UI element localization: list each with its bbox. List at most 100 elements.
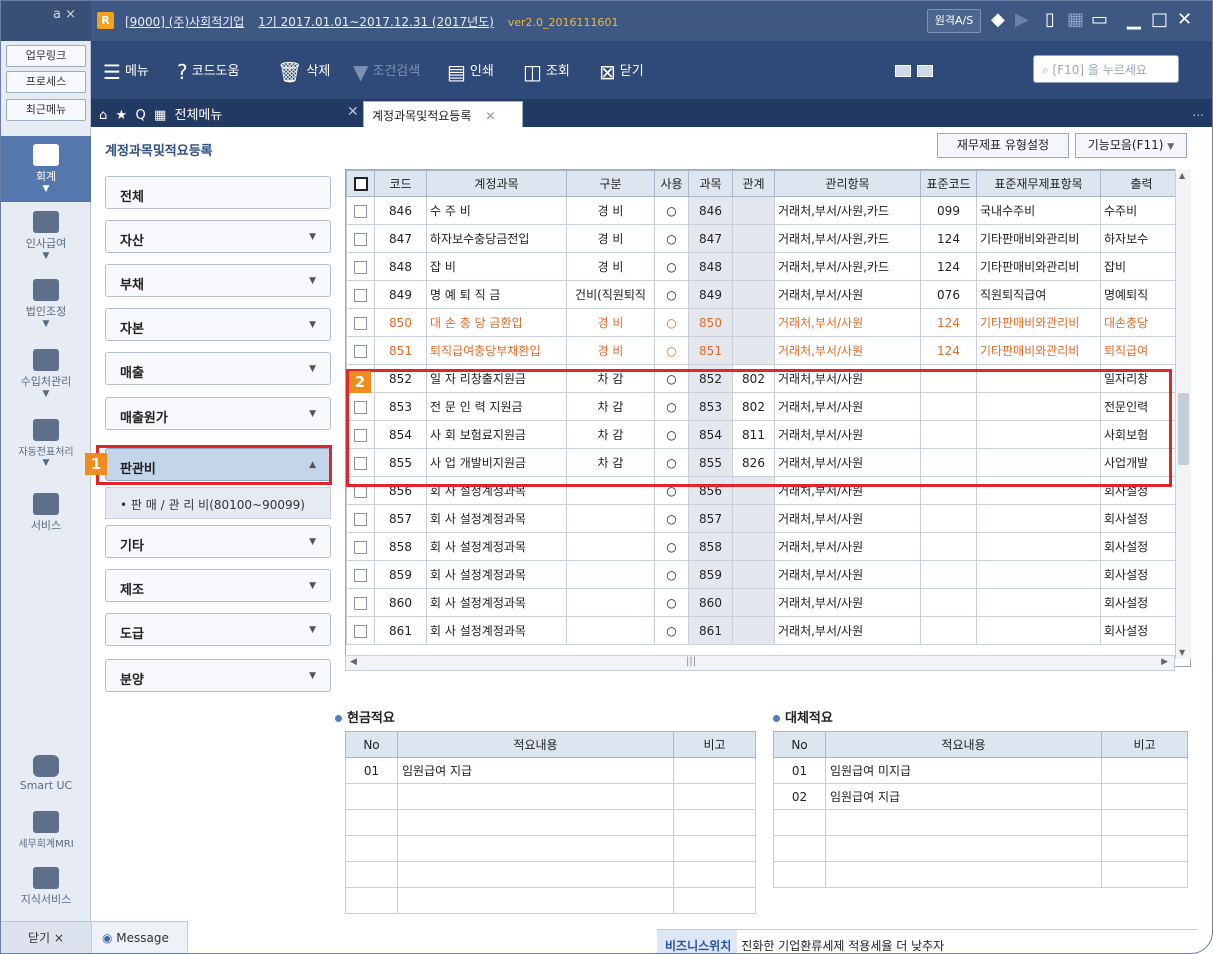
std-item-cell[interactable]	[976, 504, 1101, 533]
use-cell[interactable]: ○	[654, 280, 689, 309]
code-cell[interactable]: 861	[374, 616, 427, 645]
std-code-cell[interactable]: 099	[920, 196, 977, 225]
relation-cell[interactable]	[732, 336, 775, 365]
management-cell[interactable]: 거래처,부서/사원	[774, 336, 921, 365]
output-cell[interactable]: 회사설정	[1100, 504, 1183, 533]
table-row[interactable]	[345, 783, 756, 810]
code-cell[interactable]: 850	[374, 308, 427, 337]
account-name-cell[interactable]: 수 주 비	[426, 196, 567, 225]
row-checkbox[interactable]	[346, 196, 375, 225]
row-checkbox[interactable]	[346, 504, 375, 533]
row-checkbox[interactable]	[346, 252, 375, 281]
window-icon[interactable]: ▭	[1091, 9, 1108, 31]
column-header[interactable]: 관리항목	[774, 170, 921, 197]
output-cell[interactable]: 잡비	[1100, 252, 1183, 281]
relation-cell[interactable]	[732, 588, 775, 617]
summary-note[interactable]	[673, 809, 756, 836]
table-row[interactable]: 847 하자보수충당금전입 경 비 ○ 847 거래처,부서/사원,카드 124 기타판매비와…	[346, 224, 1183, 253]
nav-import-management[interactable]: 수입처관리 ▼	[1, 349, 91, 409]
category-sale-in-lots[interactable]: 분양 ▼	[105, 659, 331, 692]
biz-text[interactable]: 진화한 기업환류세제 적용세율 더 낮추자	[737, 939, 944, 953]
account-name-cell[interactable]: 잡 비	[426, 252, 567, 281]
row-checkbox[interactable]	[346, 616, 375, 645]
title-corner[interactable]: a ×	[1, 1, 91, 41]
relation-cell[interactable]	[732, 560, 775, 589]
calendar-icon[interactable]: ▦	[154, 108, 166, 123]
account-cell[interactable]: 846	[688, 196, 733, 225]
condition-search-button[interactable]: ▼ 조건검색	[353, 60, 420, 82]
layout-split-icon[interactable]	[917, 65, 933, 77]
management-cell[interactable]: 거래처,부서/사원	[774, 560, 921, 589]
table-row[interactable]	[773, 835, 1188, 862]
recent-menu-button[interactable]: 최근메뉴	[6, 99, 86, 121]
category-all[interactable]: 전체	[105, 176, 331, 209]
table-row[interactable]: 860 회 사 설정계정과목 ○ 860 거래처,부서/사원 회사설정	[346, 588, 1183, 617]
row-checkbox[interactable]	[346, 280, 375, 309]
std-item-cell[interactable]: 기타판매비와관리비	[976, 308, 1101, 337]
scroll-left-icon[interactable]: ◀	[350, 657, 357, 667]
account-name-cell[interactable]: 퇴직급여충당부채환입	[426, 336, 567, 365]
account-name-cell[interactable]: 하자보수충당금전입	[426, 224, 567, 253]
code-cell[interactable]: 849	[374, 280, 427, 309]
use-cell[interactable]: ○	[654, 532, 689, 561]
output-cell[interactable]: 수주비	[1100, 196, 1183, 225]
account-cell[interactable]: 849	[688, 280, 733, 309]
category-other[interactable]: 기타 ▼	[105, 525, 331, 558]
code-help-button[interactable]: ? 코드도움	[177, 60, 239, 82]
type-cell[interactable]: 경 비	[566, 252, 655, 281]
code-cell[interactable]: 846	[374, 196, 427, 225]
type-cell[interactable]: 경 비	[566, 196, 655, 225]
management-cell[interactable]: 거래처,부서/사원	[774, 616, 921, 645]
std-code-cell[interactable]	[920, 588, 977, 617]
output-cell[interactable]: 퇴직급여	[1100, 336, 1183, 365]
summary-note[interactable]	[1101, 809, 1188, 836]
management-cell[interactable]: 거래처,부서/사원,카드	[774, 224, 921, 253]
type-cell[interactable]	[566, 504, 655, 533]
fiscal-period[interactable]: 1기 2017.01.01~2017.12.31 (2017년도)	[258, 15, 494, 29]
relation-cell[interactable]	[732, 224, 775, 253]
table-row[interactable]: 846 수 주 비경 비 ○ 846 거래처,부서/사원,카드 099 국내수주비 수주비	[346, 196, 1183, 225]
output-cell[interactable]: 회사설정	[1100, 616, 1183, 645]
use-cell[interactable]: ○	[654, 560, 689, 589]
biz-ticker[interactable]: 비즈니스위치 진화한 기업환류세제 적용세율 더 낮추자	[657, 929, 1197, 953]
std-item-cell[interactable]	[976, 616, 1101, 645]
nav-service[interactable]: 서비스	[1, 493, 91, 543]
summary-text[interactable]	[397, 809, 674, 836]
table-row[interactable]	[773, 809, 1188, 836]
output-cell[interactable]: 회사설정	[1100, 588, 1183, 617]
table-row[interactable]	[345, 835, 756, 862]
account-name-cell[interactable]: 대 손 충 당 금환입	[426, 308, 567, 337]
home-icon[interactable]: ⌂	[99, 108, 107, 123]
management-cell[interactable]: 거래처,부서/사원	[774, 504, 921, 533]
code-cell[interactable]: 860	[374, 588, 427, 617]
summary-note[interactable]	[673, 757, 756, 784]
account-cell[interactable]: 859	[688, 560, 733, 589]
sga-sub-item[interactable]: • 판 매 / 관 리 비(80100~90099)	[105, 487, 331, 519]
use-cell[interactable]: ○	[654, 588, 689, 617]
scroll-right-icon[interactable]: ▶	[1161, 657, 1168, 667]
code-cell[interactable]: 851	[374, 336, 427, 365]
use-cell[interactable]: ○	[654, 196, 689, 225]
summary-note[interactable]	[673, 835, 756, 862]
summary-text[interactable]	[397, 861, 674, 888]
summary-note[interactable]	[673, 783, 756, 810]
relation-cell[interactable]	[732, 252, 775, 281]
account-cell[interactable]: 851	[688, 336, 733, 365]
delete-button[interactable]: 🗑 삭제	[277, 60, 330, 82]
std-code-cell[interactable]	[920, 504, 977, 533]
std-item-cell[interactable]: 기타판매비와관리비	[976, 336, 1101, 365]
column-header[interactable]: 표준코드	[920, 170, 977, 197]
menu-button[interactable]: ☰ 메뉴	[103, 60, 149, 82]
smart-uc-button[interactable]: Smart UC	[1, 755, 91, 805]
account-name-cell[interactable]: 회 사 설정계정과목	[426, 560, 567, 589]
category-manufacturing[interactable]: 제조 ▼	[105, 569, 331, 602]
type-cell[interactable]	[566, 588, 655, 617]
grid-vertical-scrollbar[interactable]: ▲ ▼	[1175, 169, 1191, 659]
std-code-cell[interactable]: 124	[920, 336, 977, 365]
table-row[interactable]: 859 회 사 설정계정과목 ○ 859 거래처,부서/사원 회사설정	[346, 560, 1183, 589]
output-cell[interactable]: 명예퇴직	[1100, 280, 1183, 309]
table-row[interactable]: 857 회 사 설정계정과목 ○ 857 거래처,부서/사원 회사설정	[346, 504, 1183, 533]
account-name-cell[interactable]: 명 예 퇴 직 금	[426, 280, 567, 309]
account-cell[interactable]: 860	[688, 588, 733, 617]
message-button[interactable]: ◉ Message	[91, 921, 188, 953]
